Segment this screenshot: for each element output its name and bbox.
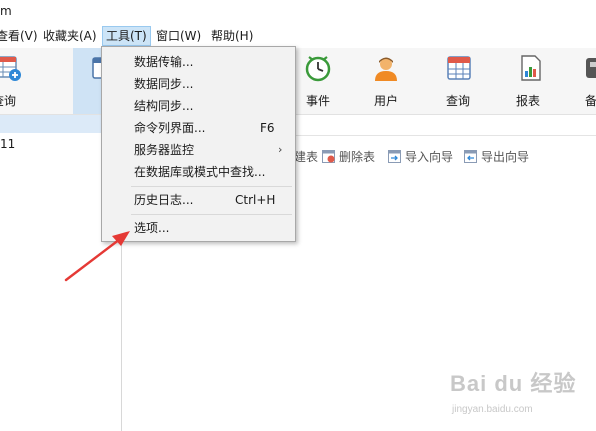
menu-window[interactable]: 窗口(W) xyxy=(156,27,201,45)
menu-item-label: 在数据库或模式中查找... xyxy=(134,165,266,179)
export-icon xyxy=(464,150,477,163)
window-title: m xyxy=(0,4,12,18)
toolbar-label: 报表 xyxy=(516,94,541,108)
toolbar-user-button[interactable]: 用户 xyxy=(364,48,408,114)
toolbar-query-button[interactable]: 查询 xyxy=(436,48,480,114)
watermark: Bai du 经验 jingyan.baidu.com xyxy=(450,366,590,426)
watermark-brand: Bai du 经验 xyxy=(450,371,577,396)
delete-table-label: 删除表 xyxy=(339,150,376,164)
submenu-arrow-icon: › xyxy=(278,143,283,156)
delete-table-icon xyxy=(322,150,335,163)
design-table-label: 建表 xyxy=(294,150,319,164)
menu-help[interactable]: 帮助(H) xyxy=(211,27,253,45)
menu-view[interactable]: 查看(V) xyxy=(0,27,38,45)
menu-item-find-in-database[interactable]: 在数据库或模式中查找... xyxy=(103,161,294,183)
delete-table-button[interactable]: 删除表 xyxy=(322,149,375,165)
menu-item-structure-sync[interactable]: 结构同步... xyxy=(103,95,294,117)
clock-icon xyxy=(305,56,331,82)
title-bar: m xyxy=(0,0,596,24)
toolbar-label: 备 xyxy=(585,94,596,108)
menu-item-label: 数据传输... xyxy=(134,55,194,69)
toolbar-event-button[interactable]: 事件 xyxy=(296,48,340,114)
menu-favorites[interactable]: 收藏夹(A) xyxy=(43,27,97,45)
menu-item-shortcut: Ctrl+H xyxy=(235,193,276,207)
menu-bar: 查看(V) 收藏夹(A) 工具(T) 窗口(W) 帮助(H) xyxy=(0,24,596,48)
main-toolbar: 查询 事件 用户 xyxy=(0,48,596,115)
menu-item-server-monitor[interactable]: 服务器监控 › xyxy=(103,139,294,161)
watermark-url: jingyan.baidu.com xyxy=(452,404,533,415)
import-wizard-label: 导入向导 xyxy=(405,150,454,164)
toolbar-label: 查询 xyxy=(0,94,17,108)
import-icon xyxy=(388,150,401,163)
user-icon xyxy=(375,57,397,81)
tree-item[interactable]: 11 xyxy=(0,137,15,151)
menu-item-label: 数据同步... xyxy=(134,77,194,91)
toolbar-label: 用户 xyxy=(374,94,399,108)
menu-separator xyxy=(131,214,292,215)
import-wizard-button[interactable]: 导入向导 xyxy=(388,149,453,165)
menu-item-shortcut: F6 xyxy=(260,121,275,135)
export-wizard-button[interactable]: 导出向导 xyxy=(464,149,529,165)
menu-item-label: 选项... xyxy=(134,221,170,235)
backup-icon xyxy=(586,58,596,78)
menu-item-label: 结构同步... xyxy=(134,99,194,113)
menu-item-data-transfer[interactable]: 数据传输... xyxy=(103,51,294,73)
new-query-icon xyxy=(0,56,21,81)
menu-item-history-log[interactable]: 历史日志... Ctrl+H xyxy=(103,189,294,211)
toolbar-new-query-button[interactable]: 查询 xyxy=(0,48,40,114)
toolbar-label: 查询 xyxy=(446,94,471,108)
tools-dropdown-menu: 数据传输... 数据同步... 结构同步... 命令列界面... F6 服务器监… xyxy=(101,46,296,242)
export-wizard-label: 导出向导 xyxy=(481,150,530,164)
report-icon xyxy=(521,55,541,81)
menu-item-console[interactable]: 命令列界面... F6 xyxy=(103,117,294,139)
menu-item-options[interactable]: 选项... xyxy=(103,217,294,239)
toolbar-backup-button[interactable]: 备 xyxy=(580,48,596,114)
query-grid-icon xyxy=(447,56,471,80)
design-table-button[interactable]: 建表 xyxy=(294,149,318,165)
menu-item-data-sync[interactable]: 数据同步... xyxy=(103,73,294,95)
menu-item-label: 历史日志... xyxy=(134,193,194,207)
toolbar-label: 事件 xyxy=(306,94,331,108)
menu-item-label: 服务器监控 xyxy=(134,143,195,157)
toolbar-report-button[interactable]: 报表 xyxy=(508,48,552,114)
menu-separator xyxy=(131,186,292,187)
menu-item-label: 命令列界面... xyxy=(134,121,206,135)
menu-tools[interactable]: 工具(T) xyxy=(102,26,151,46)
